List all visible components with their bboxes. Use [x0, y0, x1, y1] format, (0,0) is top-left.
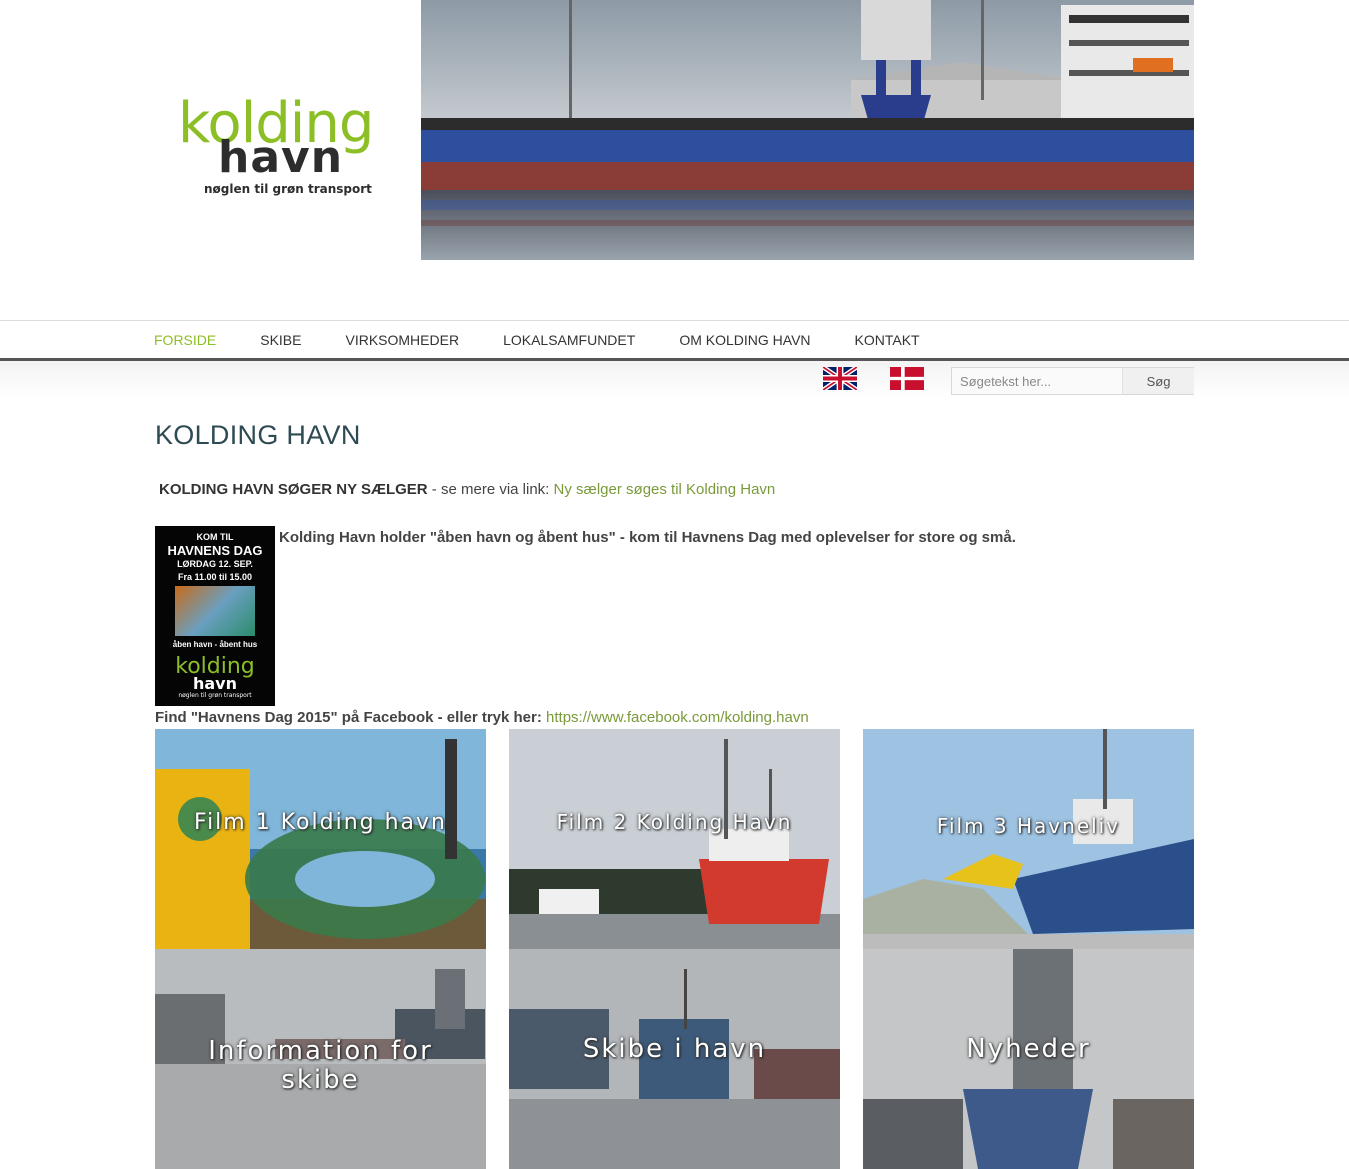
poster-line-1: KOM TIL [196, 532, 234, 542]
poster-line-4: Fra 11.00 til 15.00 [177, 572, 253, 582]
tile-caption: Film 1 Kolding havn [194, 810, 447, 835]
poster-logo-havn: havn [192, 674, 237, 693]
poster-line-3: LØRDAG 12. SEP. [177, 559, 253, 569]
nav-item-om-kolding-havn[interactable]: OM KOLDING HAVN [657, 321, 832, 359]
tile-nyheder[interactable]: Nyheder [863, 949, 1194, 1169]
tile-caption: Skibe i havn [582, 1034, 767, 1064]
facebook-link[interactable]: https://www.facebook.com/kolding.havn [546, 709, 809, 726]
poster-logo-tagline: nøglen til grøn transport [178, 692, 252, 699]
danish-flag-icon[interactable] [890, 367, 924, 390]
search-box: Søg [951, 367, 1194, 395]
tile-caption: Nyheder [966, 1034, 1091, 1064]
event-text: Kolding Havn holder "åben havn og åbent … [279, 529, 1016, 546]
tile-caption-line-2: skibe [281, 1064, 360, 1095]
english-flag-icon[interactable] [823, 367, 857, 390]
tile-film-3[interactable]: Film 3 Havneliv [863, 729, 1194, 949]
search-input[interactable] [952, 368, 1122, 394]
job-notice-text: - se mere via link: [427, 481, 554, 498]
nav-item-kontakt[interactable]: KONTAKT [833, 321, 942, 359]
poster-line-2: HAVNENS DAG [167, 543, 263, 558]
poster-line-5: åben havn - åbent hus [172, 640, 258, 649]
tile-film-1[interactable]: Film 1 Kolding havn [155, 729, 486, 949]
header-hero-image [421, 0, 1194, 260]
nav-item-skibe[interactable]: SKIBE [238, 321, 323, 359]
tile-caption: Film 2 Kolding Havn [556, 810, 793, 834]
havnens-dag-poster[interactable]: KOM TIL HAVNENS DAG LØRDAG 12. SEP. Fra … [155, 526, 275, 706]
main-nav: FORSIDE SKIBE VIRKSOMHEDER LOKALSAMFUNDE… [132, 321, 942, 362]
search-button[interactable]: Søg [1122, 368, 1194, 394]
nav-item-virksomheder[interactable]: VIRKSOMHEDER [323, 321, 481, 359]
nav-item-forside[interactable]: FORSIDE [132, 321, 239, 362]
tile-film-2[interactable]: Film 2 Kolding Havn [509, 729, 840, 949]
facebook-text: Find "Havnens Dag 2015" på Facebook - el… [155, 709, 547, 726]
tile-caption: Film 3 Havneliv [936, 814, 1121, 838]
tile-skibe-i-havn[interactable]: Skibe i havn [509, 949, 840, 1169]
tile-caption: Information for skibe [155, 1037, 486, 1094]
site-logo[interactable]: kolding havn nøglen til grøn transport [176, 96, 376, 206]
page-title: KOLDING HAVN [155, 420, 361, 450]
poster-photo [175, 586, 255, 636]
logo-word-havn: havn [218, 132, 344, 183]
tile-information-for-skibe[interactable]: Information for skibe [155, 949, 486, 1169]
job-notice: KOLDING HAVN SØGER NY SÆLGER - se mere v… [159, 481, 775, 498]
facebook-line: Find "Havnens Dag 2015" på Facebook - el… [155, 709, 809, 726]
job-notice-link[interactable]: Ny sælger søges til Kolding Havn [554, 481, 776, 498]
logo-tagline: nøglen til grøn transport [204, 182, 372, 196]
tile-caption-line-1: Information for [208, 1036, 433, 1066]
nav-item-lokalsamfundet[interactable]: LOKALSAMFUNDET [481, 321, 657, 359]
job-notice-heading: KOLDING HAVN SØGER NY SÆLGER [159, 481, 428, 498]
